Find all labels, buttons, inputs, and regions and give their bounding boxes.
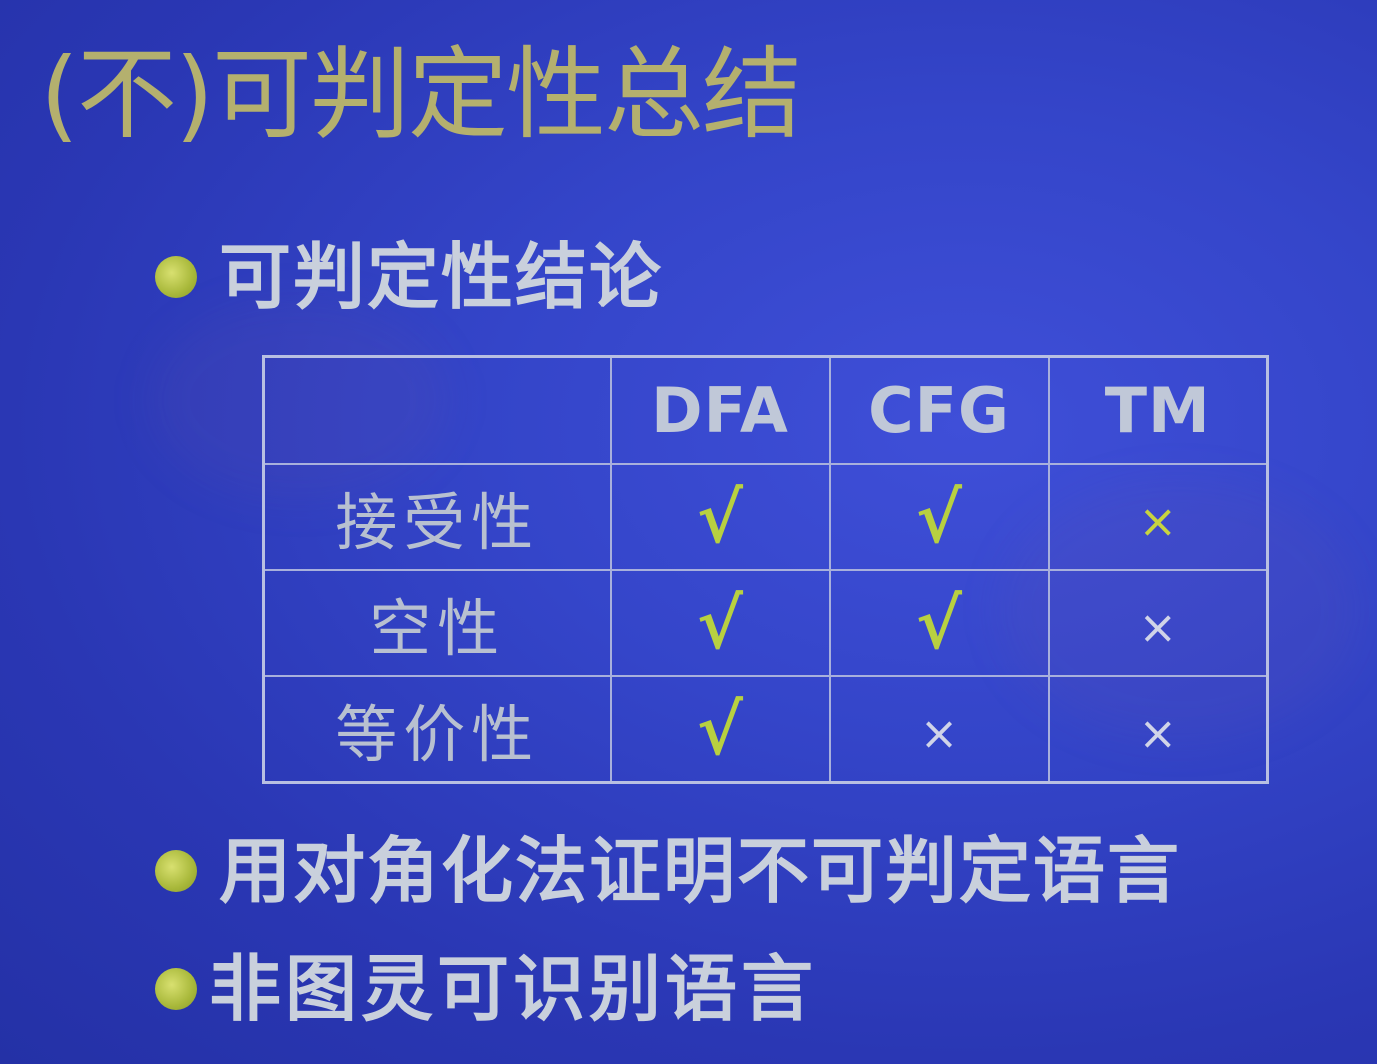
- bullet-item: 非图灵可识别语言: [155, 944, 817, 1034]
- bullet-item: 用对角化法证明不可判定语言: [155, 826, 1181, 916]
- table-row: 空性 √ √ ×: [262, 569, 1269, 677]
- check-mark-icon: √: [696, 687, 743, 771]
- slide-title: (不)可判定性总结: [40, 36, 802, 153]
- row-label: 空性: [262, 569, 612, 677]
- table-header-cell: CFG: [828, 355, 1050, 465]
- table-cell: √: [828, 463, 1050, 571]
- table-header-cell: DFA: [609, 355, 831, 465]
- table-header-cell: TM: [1047, 355, 1269, 465]
- table-row: 等价性 √ × ×: [262, 675, 1269, 784]
- cross-mark-icon: ×: [1138, 706, 1178, 760]
- table-row: 接受性 √ √ ×: [262, 463, 1269, 571]
- table-header-cell: [262, 355, 612, 465]
- bullet-text: 用对角化法证明不可判定语言: [219, 829, 1182, 913]
- bullet-dot-icon: [155, 256, 197, 298]
- cross-mark-icon: ×: [919, 706, 959, 760]
- cross-mark-icon: ×: [1138, 600, 1178, 654]
- table-cell: √: [609, 569, 831, 677]
- table-cell: √: [609, 675, 831, 784]
- bullet-text: 非图灵可识别语言: [209, 947, 818, 1031]
- table-cell: ×: [1047, 463, 1269, 571]
- bullet-dot-icon: [155, 850, 197, 892]
- table-cell: √: [828, 569, 1050, 677]
- check-mark-icon: √: [696, 581, 743, 665]
- cross-mark-icon: ×: [1138, 494, 1178, 548]
- table-cell: ×: [828, 675, 1050, 784]
- table-cell: √: [609, 463, 831, 571]
- check-mark-icon: √: [696, 475, 743, 559]
- slide: (不)可判定性总结 可判定性结论 DFA CFG TM 接受性 √ √ × 空性…: [0, 0, 1377, 1064]
- table-cell: ×: [1047, 675, 1269, 784]
- table-cell: ×: [1047, 569, 1269, 677]
- table-header-row: DFA CFG TM: [262, 355, 1269, 465]
- bullet-dot-icon: [155, 968, 197, 1010]
- check-mark-icon: √: [915, 475, 962, 559]
- bullet-text: 可判定性结论: [219, 235, 664, 319]
- bullet-item: 可判定性结论: [155, 232, 663, 322]
- row-label: 等价性: [262, 675, 612, 784]
- decidability-table: DFA CFG TM 接受性 √ √ × 空性 √ √ × 等价性 √ × ×: [262, 355, 1269, 784]
- check-mark-icon: √: [915, 581, 962, 665]
- row-label: 接受性: [262, 463, 612, 571]
